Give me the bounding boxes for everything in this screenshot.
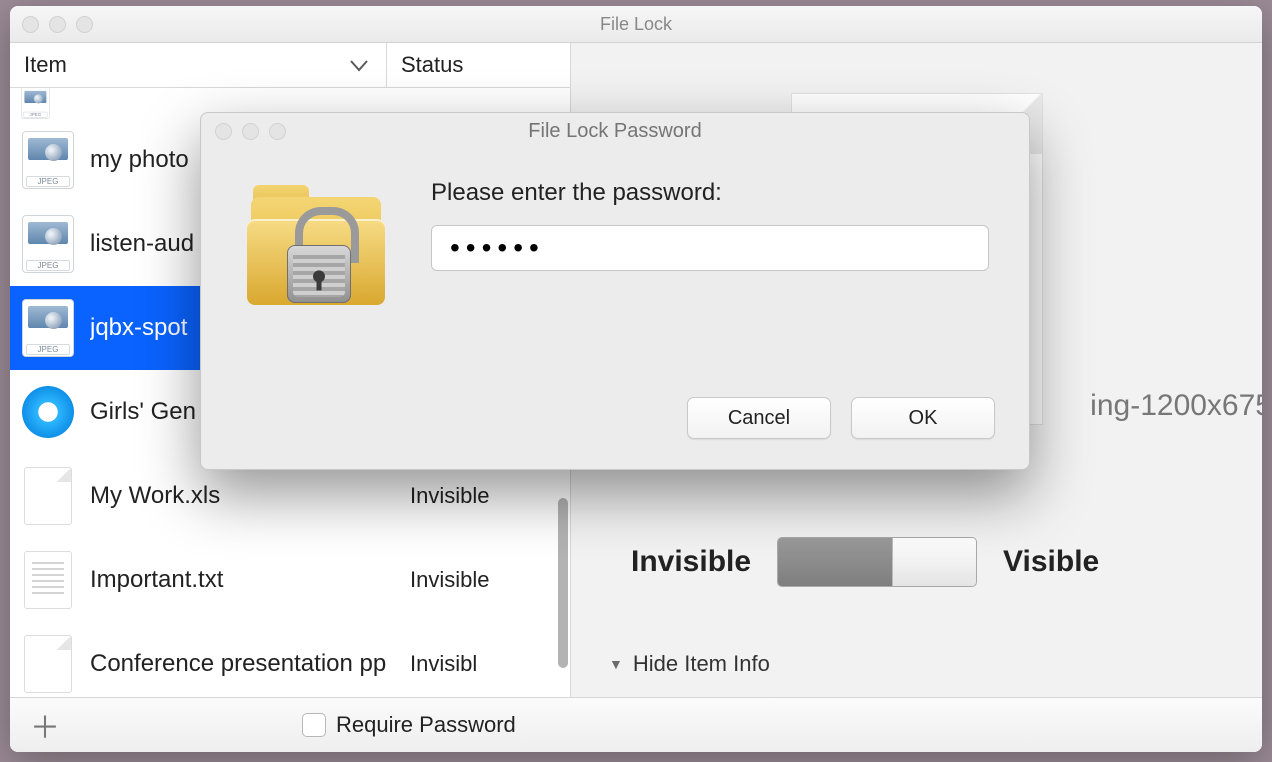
list-item-name: My Work.xls [90,482,396,510]
minimize-window-icon[interactable] [49,16,66,33]
dialog-title: File Lock Password [528,120,701,143]
require-password-checkbox[interactable] [302,713,326,737]
main-titlebar: File Lock [10,6,1262,43]
cancel-button[interactable]: Cancel [687,397,831,439]
visibility-toggle[interactable] [777,537,977,587]
text-file-icon [24,551,72,609]
window-controls [22,16,93,33]
jpeg-file-icon: JPEG [21,88,50,119]
password-dialog: File Lock Password Please enter the pass… [200,112,1030,470]
document-file-icon [24,635,72,693]
dialog-titlebar: File Lock Password [201,113,1029,149]
password-prompt: Please enter the password: [431,179,989,207]
visible-label: Visible [1003,545,1099,579]
add-button[interactable]: ＋ [28,703,62,747]
jpeg-file-icon: JPEG [22,131,74,189]
list-item[interactable]: Important.txt Invisible [10,538,570,622]
password-input[interactable] [431,225,989,271]
require-password-option[interactable]: Require Password [302,712,516,738]
sort-chevron-icon [350,52,368,78]
list-item-status: Invisible [410,483,560,509]
list-item-name: Conference presentation pp [90,650,396,678]
lock-folder-icon [241,179,391,329]
invisible-label: Invisible [631,545,751,579]
dialog-zoom-icon[interactable] [269,123,286,140]
visibility-row: Invisible Visible [631,537,1099,587]
zoom-window-icon[interactable] [76,16,93,33]
ok-button[interactable]: OK [851,397,995,439]
close-window-icon[interactable] [22,16,39,33]
column-header-status[interactable]: Status [387,43,570,87]
jpeg-file-icon: JPEG [22,299,74,357]
window-title: File Lock [600,14,672,35]
dialog-window-controls [215,123,286,140]
require-password-label: Require Password [336,712,516,738]
list-item[interactable]: Conference presentation pp Invisibl [10,622,570,699]
column-headers: Item Status [10,43,570,88]
jpeg-file-icon: JPEG [22,215,74,273]
dialog-close-icon[interactable] [215,123,232,140]
document-file-icon [24,467,72,525]
list-item-status: Invisibl [410,651,560,677]
disclosure-triangle-icon: ▼ [609,656,623,672]
hide-item-info-toggle[interactable]: ▼ Hide Item Info [609,651,770,677]
list-item-status: Invisible [410,567,560,593]
list-item-name: Important.txt [90,566,396,594]
scrollbar-thumb[interactable] [558,498,568,668]
bottom-toolbar: ＋ Require Password [10,697,1262,752]
dialog-minimize-icon[interactable] [242,123,259,140]
media-disc-icon [22,386,74,438]
column-header-item[interactable]: Item [10,43,387,87]
